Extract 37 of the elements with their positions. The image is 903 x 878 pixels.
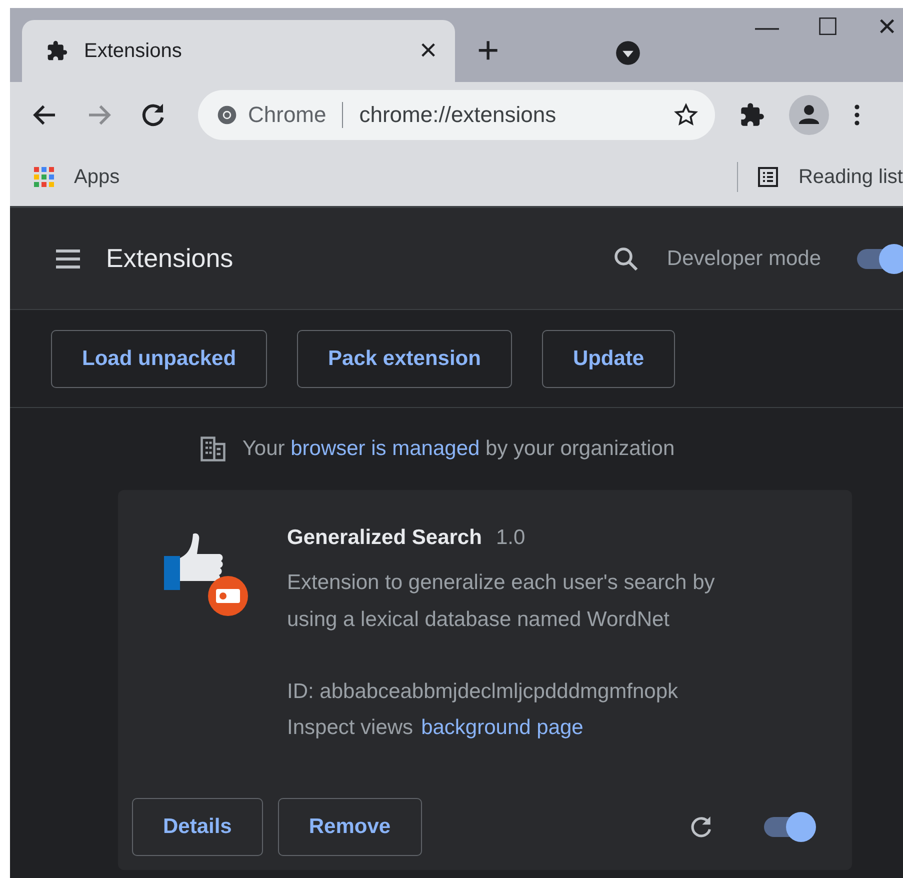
puzzle-icon: [46, 40, 68, 62]
action-button[interactable]: Load unpacked: [51, 330, 268, 388]
background-page-link[interactable]: background page: [421, 716, 584, 740]
minimize-button[interactable]: —: [755, 16, 779, 40]
action-button[interactable]: Update: [542, 330, 676, 388]
more-icon[interactable]: [853, 103, 861, 127]
close-button[interactable]: ✕: [877, 16, 897, 40]
managed-notice: Your browser is managed by your organization: [242, 437, 675, 461]
close-tab-button[interactable]: ×: [419, 36, 437, 66]
developer-mode-label: Developer mode: [666, 246, 821, 270]
browser-tab[interactable]: Extensions ×: [22, 20, 455, 82]
new-tab-button[interactable]: +: [477, 32, 500, 70]
card-button[interactable]: Details: [132, 798, 263, 856]
page-title: Extensions: [106, 243, 234, 274]
building-icon: [198, 434, 228, 464]
extension-version: 1.0: [496, 526, 526, 550]
address-bar[interactable]: Chrome chrome://extensions: [198, 90, 715, 140]
apps-icon[interactable]: [32, 165, 56, 189]
profile-icon[interactable]: [789, 95, 829, 135]
star-icon[interactable]: [673, 102, 699, 128]
inspect-label: Inspect views: [287, 716, 414, 740]
chrome-icon: [216, 104, 238, 126]
puzzle-icon[interactable]: [739, 102, 765, 128]
extension-description: Extension to generalize each user's search by using a lexical database named WordNet: [287, 570, 716, 633]
url-text: chrome://extensions: [359, 102, 556, 128]
extension-id: ID: abbabceabbmjdeclmljcpdddmgmfnopk: [287, 680, 680, 704]
apps-bookmark[interactable]: Apps: [74, 166, 120, 188]
managed-link[interactable]: browser is managed: [290, 437, 480, 460]
card-button[interactable]: Remove: [278, 798, 422, 856]
extension-name: Generalized Search: [287, 526, 482, 550]
action-button[interactable]: Pack extension: [297, 330, 512, 388]
site-label: Chrome: [248, 102, 326, 128]
tab-title: Extensions: [84, 40, 183, 62]
dropdown-icon[interactable]: [615, 40, 642, 66]
maximize-button[interactable]: ☐: [817, 16, 839, 40]
reading-list-button[interactable]: Reading list: [798, 166, 903, 188]
list-icon: [756, 165, 780, 189]
